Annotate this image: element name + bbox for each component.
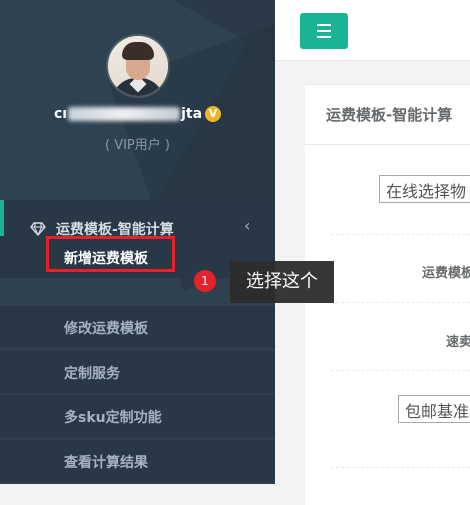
sidebar-item-view-results[interactable]: 查看计算结果 bbox=[0, 440, 275, 482]
avatar[interactable] bbox=[108, 36, 168, 96]
username-end: jta bbox=[181, 106, 203, 122]
divider bbox=[331, 234, 470, 235]
product-select[interactable]: 在线选择物 bbox=[379, 175, 470, 203]
hamburger-icon bbox=[317, 24, 331, 26]
hamburger-line bbox=[317, 30, 331, 32]
panel-divider bbox=[305, 144, 470, 145]
sidebar-item-multi-sku[interactable]: 多sku定制功能 bbox=[0, 395, 275, 437]
chevron-left-icon[interactable]: ‹ bbox=[244, 216, 250, 235]
field-label-template: 运费模板 bbox=[422, 266, 470, 281]
hamburger-line bbox=[317, 36, 331, 38]
verified-badge-icon: V bbox=[205, 106, 222, 122]
sidebar-item-label: 修改运费模板 bbox=[64, 321, 148, 337]
sidebar-item-custom-service[interactable]: 定制服务 bbox=[0, 351, 275, 393]
menu-toggle-button[interactable] bbox=[300, 13, 348, 49]
free-shipping-select[interactable]: 包邮基准 bbox=[398, 395, 470, 423]
divider bbox=[331, 370, 470, 371]
divider bbox=[331, 467, 470, 468]
sidebar-item-edit-template[interactable]: 修改运费模板 bbox=[0, 306, 275, 348]
highlight-box bbox=[46, 236, 175, 272]
field-label-aliexpress: 速卖 bbox=[446, 335, 470, 350]
profile-header: cı jta V ( VIP用户 ) bbox=[0, 0, 275, 200]
panel-title: 运费模板-智能计算 bbox=[326, 106, 453, 124]
username-redaction bbox=[68, 107, 181, 121]
sidebar-item-label: 定制服务 bbox=[64, 366, 120, 382]
divider bbox=[331, 302, 470, 303]
step-number-badge: 1 bbox=[194, 270, 216, 292]
username[interactable]: cı jta V bbox=[0, 106, 275, 122]
sidebar-item-label: 查看计算结果 bbox=[64, 455, 148, 471]
sidebar-item-label: 多sku定制功能 bbox=[64, 410, 162, 426]
annotation-tooltip: 选择这个 bbox=[230, 261, 334, 303]
user-role: ( VIP用户 ) bbox=[105, 138, 170, 153]
username-start: cı bbox=[53, 106, 68, 122]
